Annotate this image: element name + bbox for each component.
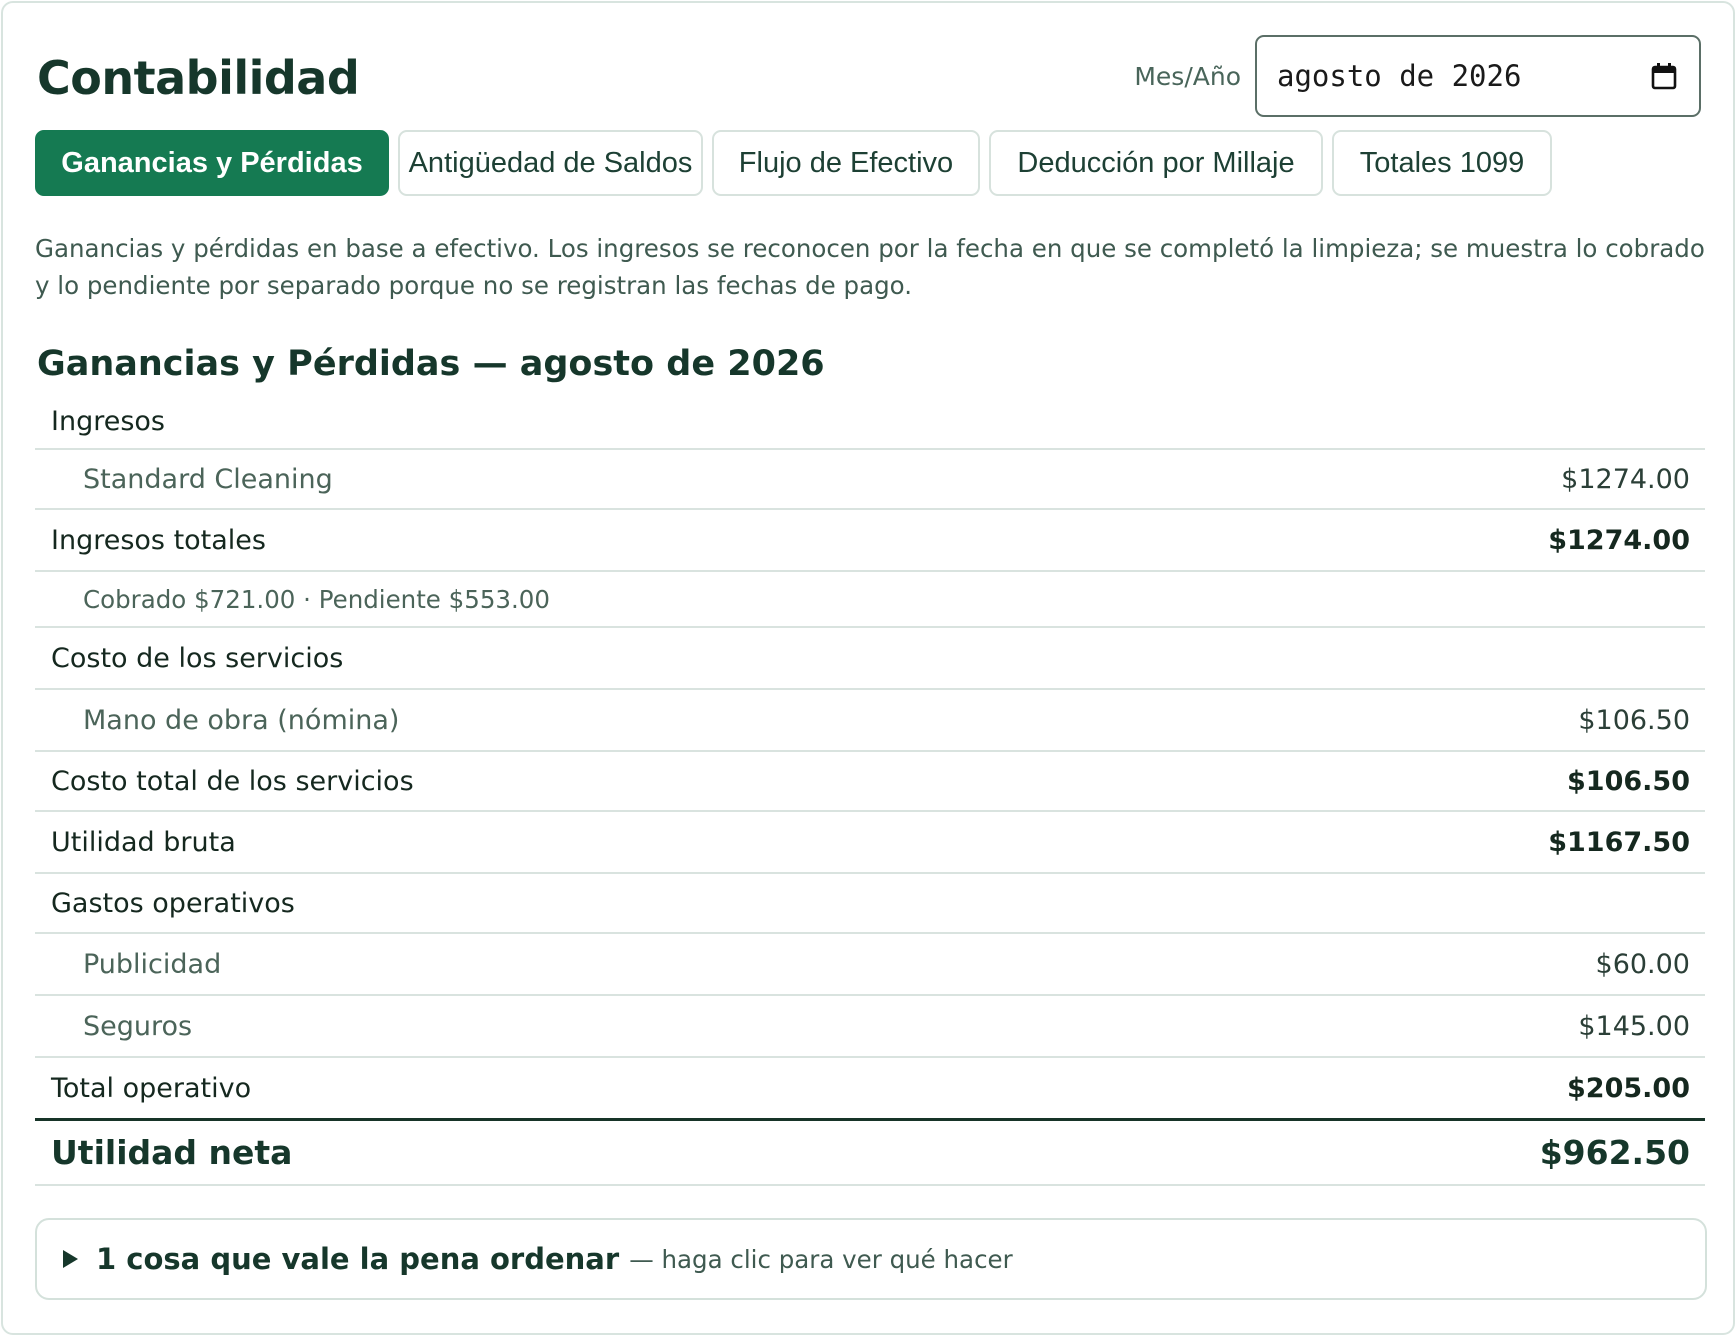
page-title: Contabilidad xyxy=(37,51,360,105)
row-utilidad-bruta: Utilidad bruta $1167.50 xyxy=(35,812,1705,874)
row-label: Utilidad bruta xyxy=(51,826,236,858)
help-summary[interactable]: 1 cosa que vale la pena ordenar xyxy=(96,1242,619,1276)
month-picker: Mes/Año agosto de 2026 xyxy=(1134,35,1701,117)
row-mano-obra: Mano de obra (nómina) $106.50 xyxy=(35,690,1705,752)
month-value: agosto de 2026 xyxy=(1277,59,1522,93)
row-amount: $1274.00 xyxy=(1548,524,1690,556)
profit-loss-table: Ingresos Standard Cleaning $1274.00 Ingr… xyxy=(35,394,1705,1186)
row-label: Cobrado $721.00 · Pendiente $553.00 xyxy=(83,584,550,614)
row-standard-cleaning: Standard Cleaning $1274.00 xyxy=(35,450,1705,510)
row-total-operativo: Total operativo $205.00 xyxy=(35,1058,1705,1118)
calendar-icon[interactable] xyxy=(1651,62,1677,90)
month-input[interactable]: agosto de 2026 xyxy=(1255,35,1701,117)
row-ingresos: Ingresos xyxy=(35,394,1705,450)
month-label: Mes/Año xyxy=(1134,61,1241,91)
row-ingresos-totales: Ingresos totales $1274.00 xyxy=(35,510,1705,572)
row-label: Publicidad xyxy=(83,948,222,980)
row-label: Mano de obra (nómina) xyxy=(83,704,400,736)
row-amount: $962.50 xyxy=(1539,1133,1690,1172)
row-label: Utilidad neta xyxy=(51,1133,293,1172)
row-amount: $145.00 xyxy=(1578,1010,1690,1042)
row-amount: $106.50 xyxy=(1578,704,1690,736)
row-cobrado-pendiente: Cobrado $721.00 · Pendiente $553.00 xyxy=(35,572,1705,628)
header: Contabilidad Mes/Año agosto de 2026 xyxy=(35,33,1701,121)
row-amount: $1167.50 xyxy=(1548,826,1690,858)
accounting-panel: Contabilidad Mes/Año agosto de 2026 Gana… xyxy=(1,1,1735,1335)
row-label: Costo total de los servicios xyxy=(51,765,414,797)
row-costo-servicios: Costo de los servicios xyxy=(35,628,1705,690)
tab-flujo-efectivo[interactable]: Flujo de Efectivo xyxy=(712,130,980,196)
tab-antiguedad-saldos[interactable]: Antigüedad de Saldos xyxy=(398,130,703,196)
row-amount: $60.00 xyxy=(1595,948,1690,980)
row-label: Gastos operativos xyxy=(51,887,295,919)
report-title: Ganancias y Pérdidas — agosto de 2026 xyxy=(37,344,825,384)
row-amount: $106.50 xyxy=(1567,765,1690,797)
report-description: Ganancias y pérdidas en base a efectivo.… xyxy=(35,234,1705,300)
row-amount: $1274.00 xyxy=(1561,463,1690,495)
row-seguros: Seguros $145.00 xyxy=(35,996,1705,1058)
disclosure-triangle-icon[interactable] xyxy=(63,1250,78,1268)
row-label: Standard Cleaning xyxy=(83,463,333,495)
row-utilidad-neta: Utilidad neta $962.50 xyxy=(35,1118,1705,1186)
row-gastos-operativos: Gastos operativos xyxy=(35,874,1705,934)
tab-totales-1099[interactable]: Totales 1099 xyxy=(1332,130,1552,196)
tab-deduccion-millaje[interactable]: Deducción por Millaje xyxy=(989,130,1323,196)
row-label: Seguros xyxy=(83,1010,193,1042)
row-label: Ingresos xyxy=(51,405,165,437)
tab-ganancias-perdidas[interactable]: Ganancias y Pérdidas xyxy=(35,130,389,196)
row-label: Costo de los servicios xyxy=(51,642,344,674)
row-label: Ingresos totales xyxy=(51,524,266,556)
help-disclosure[interactable]: 1 cosa que vale la pena ordenar — haga c… xyxy=(35,1218,1707,1300)
report-tabs: Ganancias y Pérdidas Antigüedad de Saldo… xyxy=(35,130,1701,196)
row-publicidad: Publicidad $60.00 xyxy=(35,934,1705,996)
row-amount: $205.00 xyxy=(1567,1072,1690,1104)
row-costo-total: Costo total de los servicios $106.50 xyxy=(35,752,1705,812)
help-hint: — haga clic para ver qué hacer xyxy=(629,1244,1013,1274)
row-label: Total operativo xyxy=(51,1072,252,1104)
